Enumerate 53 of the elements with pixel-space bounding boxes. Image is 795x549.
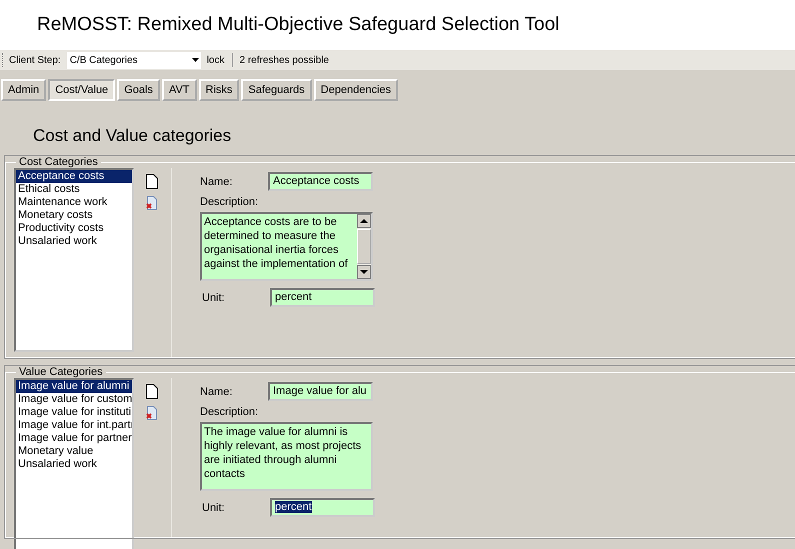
list-item[interactable]: Productivity costs — [16, 222, 132, 235]
list-item[interactable]: Image value for custom — [16, 393, 132, 406]
unit-label: Unit: — [202, 292, 226, 304]
name-label: Name: — [200, 386, 234, 398]
lock-label: lock — [206, 54, 224, 66]
client-step-dropdown[interactable]: C/B Categories — [66, 52, 201, 68]
unit-value: percent — [275, 501, 312, 513]
caret-icon — [192, 58, 199, 62]
scroll-thumb[interactable] — [357, 229, 371, 264]
unit-field[interactable]: percent — [270, 498, 375, 517]
delete-document-icon[interactable] — [146, 196, 158, 210]
scroll-up-icon[interactable] — [357, 214, 371, 228]
refreshes-label: 2 refreshes possible — [240, 54, 329, 66]
list-item[interactable]: Monetary value — [16, 445, 132, 458]
unit-label: Unit: — [202, 502, 226, 514]
name-label: Name: — [200, 176, 234, 188]
list-item[interactable]: Image value for partner — [16, 432, 132, 445]
tab[interactable]: Risks — [198, 79, 240, 101]
tab[interactable]: Dependencies — [314, 79, 398, 101]
name-field[interactable]: Image value for alu — [268, 382, 373, 401]
tab[interactable]: Safeguards — [241, 79, 312, 101]
tab[interactable]: Admin — [1, 79, 46, 101]
list-item[interactable]: Ethical costs — [16, 183, 132, 196]
category-list[interactable]: Acceptance costs Ethical costs Maintenance work Monetary costs Productivity costs Unsalaried work — [14, 168, 134, 352]
group-title: Cost Categories — [18, 156, 99, 168]
unit-field[interactable]: percent — [270, 288, 375, 307]
unit-value: percent — [275, 291, 312, 303]
list-item[interactable]: Monetary costs — [16, 209, 132, 222]
scroll-down-icon[interactable] — [357, 265, 371, 279]
scrollbar[interactable] — [357, 214, 371, 279]
description-text: The image value for alumni is highly relevant, as most projects are initiated through alumni contacts — [203, 425, 362, 482]
description-label: Description: — [200, 406, 260, 418]
page-heading: Cost and Value categories — [32, 125, 232, 147]
list-item[interactable]: Acceptance costs — [16, 170, 132, 183]
description-label: Description: — [200, 196, 260, 208]
list-item[interactable]: Maintenance work — [16, 196, 132, 209]
tab[interactable]: Goals — [117, 79, 160, 101]
description-field[interactable]: Acceptance costs are to be determined to measure the organisational inertia forces against the implementation of — [200, 212, 373, 281]
list-item[interactable]: Image value for alumni — [16, 380, 132, 393]
delete-document-icon[interactable] — [146, 406, 158, 420]
group-title: Value Categories — [18, 366, 104, 378]
list-item[interactable]: Unsalaried work — [16, 235, 132, 248]
window-title: ReMOSST: Remixed Multi-Objective Safeguard Selection Tool — [37, 14, 560, 36]
new-document-icon[interactable] — [146, 174, 158, 189]
tab[interactable]: AVT — [162, 79, 197, 101]
description-text: Acceptance costs are to be determined to measure the organisational inertia forces against the implementation of — [203, 215, 349, 272]
list-item[interactable]: Image value for instituti — [16, 406, 132, 419]
list-item[interactable]: Unsalaried work — [16, 458, 132, 471]
client-step-label: Client Step: — [9, 54, 61, 66]
name-field[interactable]: Acceptance costs — [268, 172, 373, 191]
description-field[interactable]: The image value for alumni is highly relevant, as most projects are initiated through alumni contacts — [200, 422, 373, 491]
tab[interactable]: Cost/Value — [48, 79, 116, 101]
new-document-icon[interactable] — [146, 384, 158, 399]
